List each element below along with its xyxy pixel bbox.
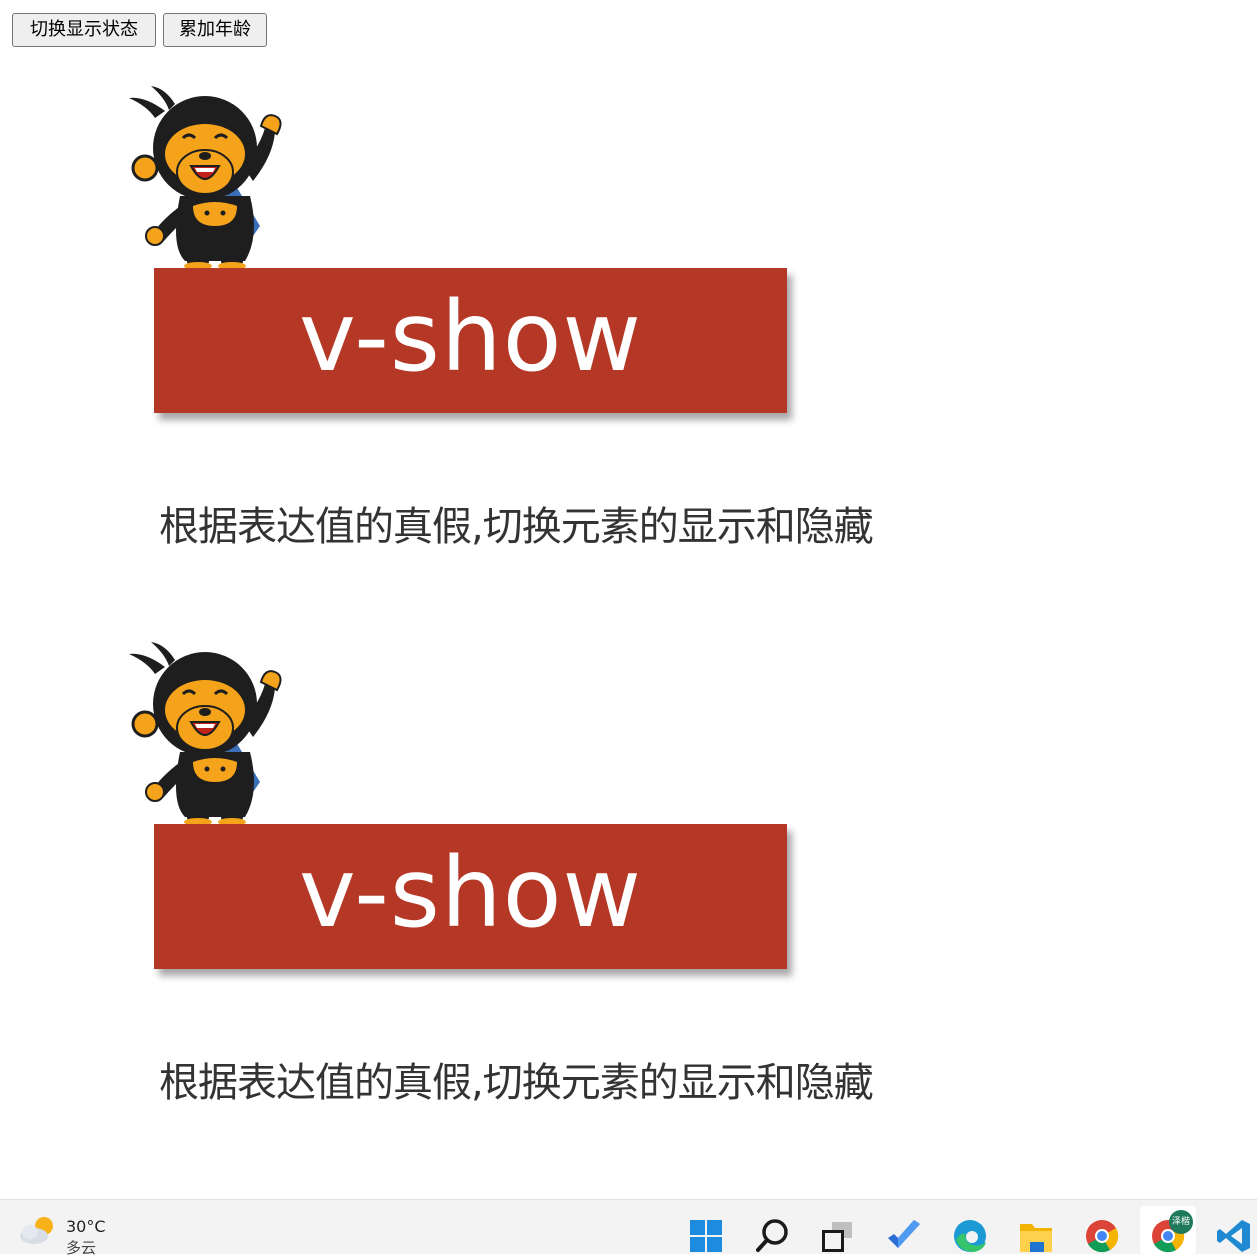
task-view-icon[interactable] xyxy=(820,1218,856,1254)
chrome-icon[interactable] xyxy=(1084,1218,1120,1254)
profile-badge: 泽楷 xyxy=(1169,1210,1193,1234)
mascot-icon xyxy=(129,642,282,826)
weather-widget[interactable]: 30°C 多云 xyxy=(18,1214,106,1257)
edge-icon[interactable] xyxy=(952,1218,988,1254)
vshow-banner: v-show xyxy=(154,824,787,969)
vshow-caption: 根据表达值的真假,切换元素的显示和隐藏 xyxy=(159,1060,874,1106)
vshow-banner: v-show xyxy=(154,268,787,413)
toolbar: 切换显示状态 累加年龄 xyxy=(12,13,267,47)
toggle-display-button[interactable]: 切换显示状态 xyxy=(12,13,156,47)
start-icon[interactable] xyxy=(688,1218,724,1254)
add-age-button[interactable]: 累加年龄 xyxy=(163,13,267,47)
mascot-icon xyxy=(129,86,282,270)
taskbar: 30°C 多云 泽楷 xyxy=(0,1199,1257,1257)
partly-cloudy-icon xyxy=(20,1217,53,1244)
search-icon[interactable] xyxy=(754,1218,790,1254)
weather-temperature: 30°C xyxy=(66,1217,106,1236)
chrome-profile-tile[interactable]: 泽楷 xyxy=(1140,1206,1196,1254)
file-explorer-icon[interactable] xyxy=(1018,1218,1054,1254)
banner-text: v-show xyxy=(299,280,642,393)
weather-description: 多云 xyxy=(66,1239,97,1257)
vscode-icon[interactable] xyxy=(1216,1218,1252,1254)
banner-text: v-show xyxy=(299,836,642,949)
vshow-caption: 根据表达值的真假,切换元素的显示和隐藏 xyxy=(159,504,874,550)
vshow-image-1: v-show 根据表达值的真假,切换元素的显示和隐藏 xyxy=(125,86,945,556)
todo-icon[interactable] xyxy=(886,1218,922,1254)
vshow-image-2: v-show 根据表达值的真假,切换元素的显示和隐藏 xyxy=(125,642,945,1112)
